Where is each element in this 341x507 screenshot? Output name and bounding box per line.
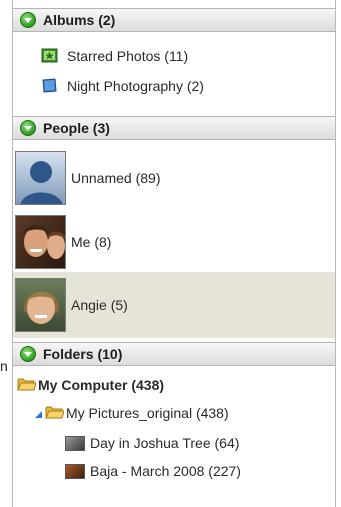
person-label: Angie (5) <box>71 297 128 313</box>
album-label: Night Photography (2) <box>67 78 204 94</box>
folder-label: Day in Joshua Tree (64) <box>90 435 240 451</box>
album-item-night-photography[interactable]: Night Photography (2) <box>13 74 335 100</box>
folder-icon <box>17 378 36 391</box>
person-label: Unnamed (89) <box>71 170 161 186</box>
truncated-label: n <box>0 358 8 374</box>
unknown-person-avatar <box>15 151 66 205</box>
album-label: Starred Photos (11) <box>67 48 189 64</box>
folder-item-baja[interactable]: Baja - March 2008 (227) <box>13 460 335 484</box>
folders-section-header[interactable]: Folders (10) <box>13 342 335 366</box>
starred-album-icon <box>41 48 58 63</box>
folder-item-my-computer[interactable]: My Computer (438) <box>13 374 335 398</box>
people-section-header[interactable]: People (3) <box>13 116 335 140</box>
expanded-arrow-icon[interactable] <box>35 411 42 418</box>
person-item-unnamed[interactable]: Unnamed (89) <box>13 148 335 209</box>
collapse-toggle-icon[interactable] <box>20 120 36 136</box>
folders-header-label: Folders (10) <box>43 346 123 362</box>
collapse-toggle-icon[interactable] <box>20 346 36 362</box>
album-item-starred[interactable]: Starred Photos (11) <box>13 44 335 70</box>
person-item-me[interactable]: Me (8) <box>13 212 335 273</box>
person-item-angie[interactable]: Angie (5) <box>13 272 335 338</box>
folder-item-joshua-tree[interactable]: Day in Joshua Tree (64) <box>13 432 335 456</box>
album-book-icon <box>42 78 57 93</box>
photo-folder-icon <box>65 436 85 451</box>
folder-icon <box>45 406 64 419</box>
folder-item-my-pictures[interactable]: My Pictures_original (438) <box>13 402 335 426</box>
photo-folder-icon <box>65 464 85 479</box>
albums-header-label: Albums (2) <box>43 12 116 28</box>
folder-label: My Computer (438) <box>38 377 165 393</box>
person-label: Me (8) <box>71 234 112 250</box>
albums-section-header[interactable]: Albums (2) <box>13 8 335 32</box>
library-sidebar: Albums (2) Starred Photos (11) Night Pho… <box>12 0 336 507</box>
folder-label: Baja - March 2008 (227) <box>90 463 241 479</box>
folder-label: My Pictures_original (438) <box>66 405 229 421</box>
collapse-toggle-icon[interactable] <box>20 12 36 28</box>
people-header-label: People (3) <box>43 120 110 136</box>
person-photo-angie <box>15 278 66 332</box>
person-photo-me <box>15 215 66 269</box>
